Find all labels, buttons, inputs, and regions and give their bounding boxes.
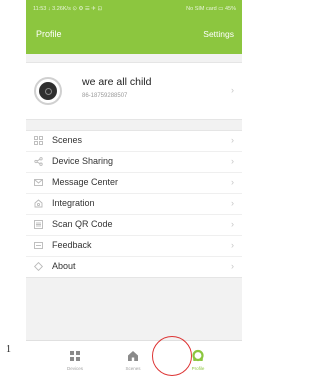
nav-profile[interactable]: Profile [173, 341, 223, 378]
feedback-icon [33, 241, 43, 251]
chevron-right-icon: › [231, 219, 234, 229]
chevron-right-icon: › [231, 261, 234, 271]
nav-label: Profile [191, 366, 205, 371]
menu-item-about[interactable]: About › [26, 257, 242, 277]
status-left: 11:53 ↓ 3.26K/s ⊙ ⚙ ☰ ✈ ⊡ [33, 6, 103, 12]
menu-label: Feedback [52, 240, 92, 250]
menu-label: About [52, 261, 76, 271]
menu-list: Scenes › Device Sharing › Message Center… [26, 130, 242, 278]
menu-item-device-sharing[interactable]: Device Sharing › [26, 152, 242, 173]
profile-phone: 86-18759288507 [82, 93, 128, 99]
menu-label: Scan QR Code [52, 219, 113, 229]
menu-item-scan-qr-code[interactable]: Scan QR Code › [26, 215, 242, 236]
grid-icon [68, 349, 82, 363]
menu-item-message-center[interactable]: Message Center › [26, 173, 242, 194]
status-right: No SIM card ▭ 45% [186, 6, 236, 12]
profile-card[interactable]: we are all child 86-18759288507 › [26, 62, 242, 120]
share-icon [33, 157, 43, 167]
nav-devices[interactable]: Devices [50, 341, 100, 378]
menu-label: Integration [52, 198, 95, 208]
message-icon [33, 178, 43, 188]
menu-label: Device Sharing [52, 156, 114, 166]
settings-button[interactable]: Settings [203, 29, 234, 39]
menu-item-scenes[interactable]: Scenes › [26, 131, 242, 152]
integration-icon [33, 199, 43, 209]
callout-number: 1 [6, 344, 11, 355]
header-bar: Profile Settings [26, 18, 242, 54]
menu-item-integration[interactable]: Integration › [26, 194, 242, 215]
bottom-nav: Devices Scenes Profile [26, 340, 242, 378]
phone-screen: 11:53 ↓ 3.26K/s ⊙ ⚙ ☰ ✈ ⊡ No SIM card ▭ … [26, 0, 242, 378]
chevron-right-icon: › [231, 240, 234, 250]
menu-label: Message Center [52, 177, 119, 187]
chevron-right-icon: › [231, 177, 234, 187]
home-icon [126, 349, 140, 363]
nav-scenes[interactable]: Scenes [108, 341, 158, 378]
avatar [34, 77, 62, 105]
menu-item-feedback[interactable]: Feedback › [26, 236, 242, 257]
nav-label: Devices [66, 366, 83, 371]
chevron-right-icon: › [231, 156, 234, 166]
avatar-device-icon [39, 82, 57, 100]
menu-label: Scenes [52, 135, 83, 145]
status-bar: 11:53 ↓ 3.26K/s ⊙ ⚙ ☰ ✈ ⊡ No SIM card ▭ … [26, 0, 242, 18]
page-title: Profile [36, 29, 62, 39]
profile-name: we are all child [82, 76, 152, 88]
qr-icon [33, 220, 43, 230]
grid-icon [33, 136, 43, 146]
chevron-right-icon: › [231, 135, 234, 145]
profile-icon [191, 349, 205, 363]
nav-label: Scenes [125, 366, 141, 371]
about-icon [33, 261, 43, 272]
chevron-right-icon: › [231, 198, 234, 208]
chevron-right-icon: › [231, 85, 234, 95]
